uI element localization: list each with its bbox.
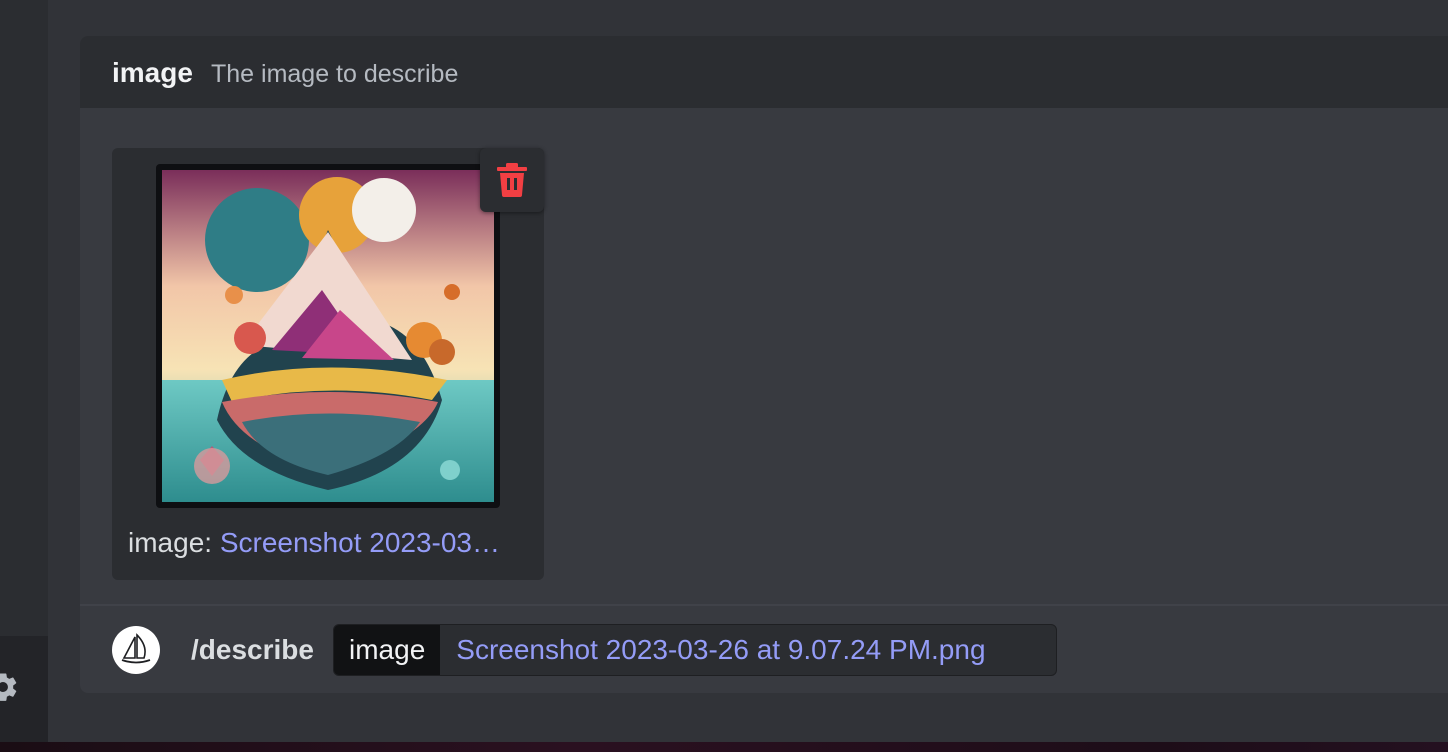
attachment-thumbnail[interactable] <box>156 164 500 508</box>
bottom-edge <box>0 742 1448 752</box>
divider <box>80 604 1448 606</box>
command-option-panel: image The image to describe image: Scree… <box>80 36 1448 693</box>
left-sidebar <box>0 0 48 742</box>
option-header: image The image to describe <box>80 36 1448 108</box>
attachment-card[interactable]: image: Screenshot 2023-03… <box>112 148 544 580</box>
attachment-caption: image: Screenshot 2023-03… <box>128 526 530 560</box>
sailboat-icon <box>121 633 151 664</box>
caption-filename[interactable]: Screenshot 2023-03… <box>220 527 500 558</box>
option-name: image <box>112 57 193 88</box>
gear-icon[interactable] <box>0 670 20 704</box>
command-name: /describe <box>191 634 314 665</box>
landscape-artwork-image <box>162 170 494 502</box>
caption-label: image: <box>128 527 213 558</box>
delete-attachment-button[interactable] <box>480 148 544 212</box>
parameter-value[interactable]: Screenshot 2023-03-26 at 9.07.24 PM.png <box>440 634 985 666</box>
trash-icon <box>497 163 527 197</box>
command-parameter-chip[interactable]: image Screenshot 2023-03-26 at 9.07.24 P… <box>333 624 1057 676</box>
avatar[interactable] <box>112 626 160 674</box>
parameter-key[interactable]: image <box>334 625 441 675</box>
option-description: The image to describe <box>211 60 459 88</box>
